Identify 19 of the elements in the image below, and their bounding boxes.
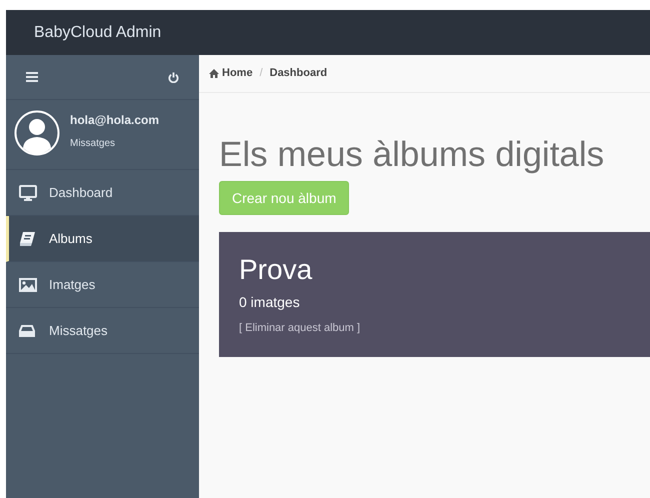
avatar-icon [14, 110, 60, 156]
messages-link[interactable]: Missatges [70, 136, 160, 151]
menu-icon[interactable] [26, 72, 38, 82]
power-icon[interactable] [168, 72, 179, 82]
monitor-icon [19, 184, 37, 200]
page-heading: Els meus àlbums digitals [219, 134, 606, 176]
nav-item[interactable]: Albums [6, 216, 199, 262]
image-count: 0 imatges [239, 293, 301, 312]
user-email: hola@hola.com [70, 112, 160, 129]
breadcrumb-link[interactable]: Home [209, 65, 253, 82]
home-icon [209, 69, 219, 78]
tray-icon [19, 324, 35, 336]
album-title: Prova [239, 254, 314, 286]
breadcrumb-separator: / [260, 66, 263, 82]
breadcrumb-link[interactable]: Dashboard [270, 65, 328, 82]
delete-album-link[interactable]: [ Eliminar aquest album ] [239, 320, 360, 336]
image-icon [19, 278, 37, 292]
brand-title: BabyCloud Admin [34, 22, 162, 42]
book-icon [19, 232, 35, 246]
